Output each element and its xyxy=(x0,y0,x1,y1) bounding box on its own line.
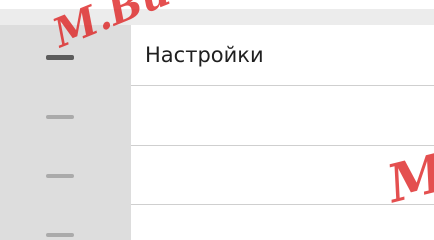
settings-screen: Настройки М.Видео М xyxy=(0,0,434,240)
top-strip xyxy=(0,0,434,9)
divider xyxy=(131,204,434,205)
menu-bar-icon[interactable] xyxy=(46,233,74,237)
menu-bar-icon[interactable] xyxy=(46,174,74,178)
sidebar xyxy=(0,25,131,240)
active-menu-bar-icon[interactable] xyxy=(46,55,74,60)
menu-bar-icon[interactable] xyxy=(46,115,74,119)
divider xyxy=(131,145,434,146)
settings-menu-item[interactable]: Настройки xyxy=(145,45,264,66)
divider xyxy=(131,85,434,86)
header-band xyxy=(0,9,434,25)
